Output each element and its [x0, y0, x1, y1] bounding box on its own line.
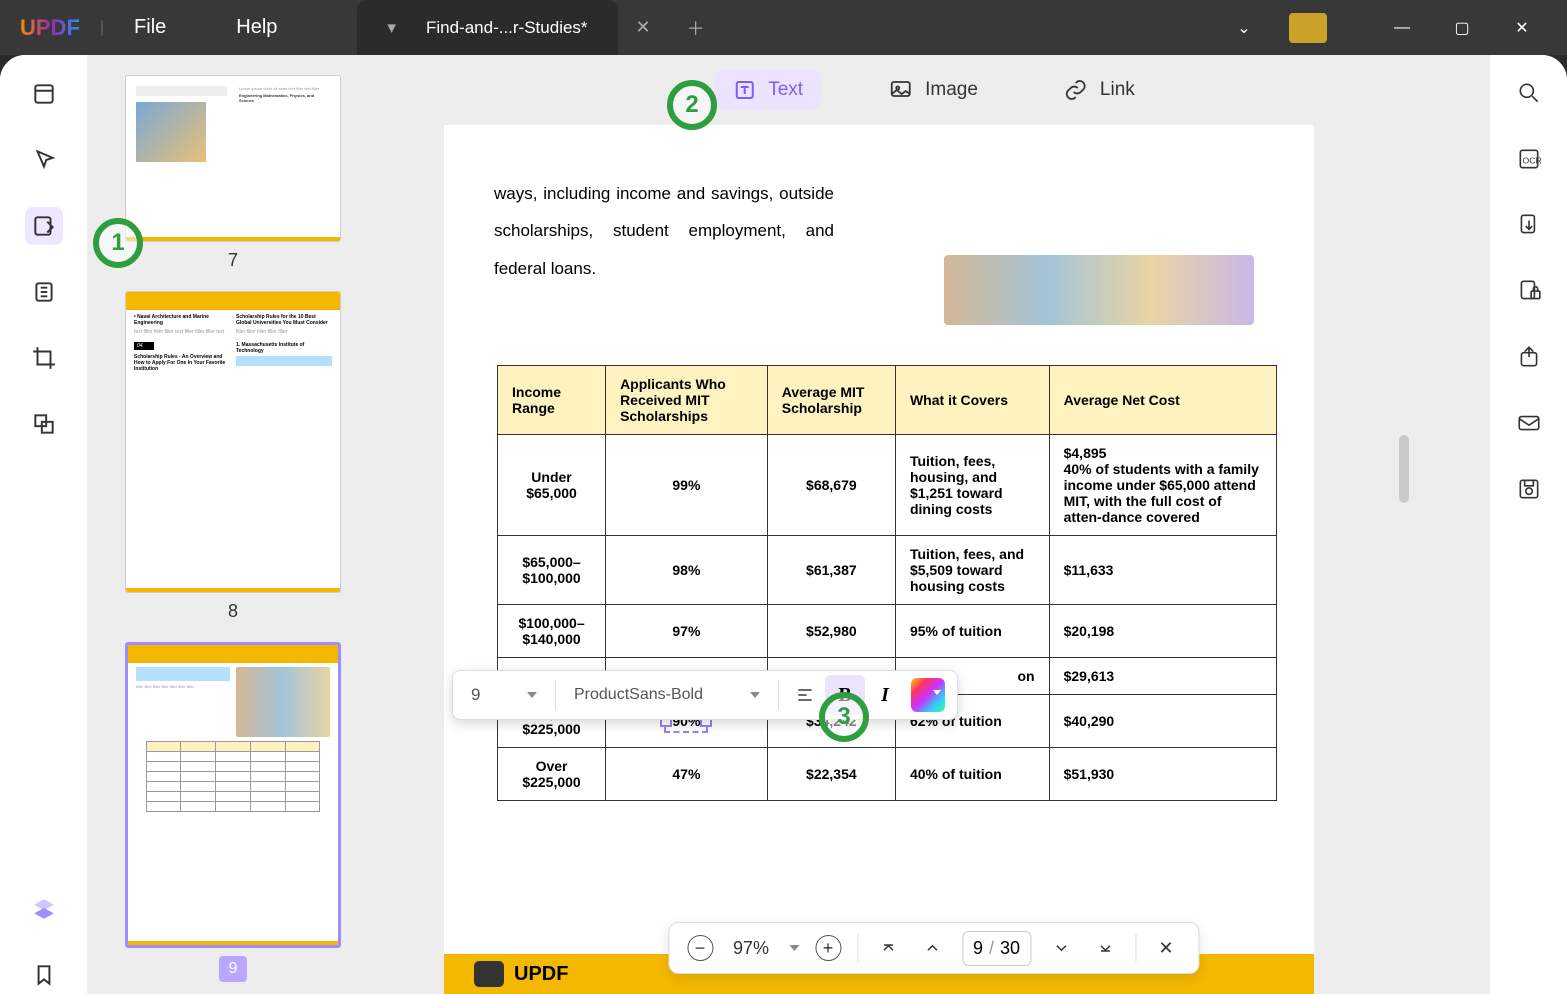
ocr-icon[interactable]: OCR	[1516, 146, 1542, 172]
email-icon[interactable]	[1516, 410, 1542, 436]
align-button[interactable]	[785, 675, 825, 715]
thumb-label: 8	[125, 601, 341, 622]
edit-icon[interactable]	[25, 207, 63, 245]
zoom-dropdown[interactable]	[789, 945, 799, 956]
layers-icon[interactable]	[25, 890, 63, 928]
zoom-in-button[interactable]: +	[815, 935, 841, 961]
menu-file[interactable]: File	[134, 16, 166, 39]
tool-image[interactable]: Image	[871, 70, 996, 110]
window-maximize[interactable]: ▢	[1447, 18, 1477, 38]
table-row: Under $65,00099%$68,679Tuition, fees, ho…	[498, 435, 1277, 536]
zoom-out-button[interactable]: −	[687, 935, 713, 961]
thumbnail-page-7[interactable]: Lorem ipsum dolor sit amet text filler t…	[125, 75, 341, 271]
menu-help[interactable]: Help	[236, 16, 277, 39]
edit-toolbar: Text Image Link	[714, 65, 1153, 115]
first-page-button[interactable]	[874, 934, 902, 962]
window-minimize[interactable]: ―	[1387, 19, 1417, 37]
scrollbar[interactable]	[1399, 435, 1409, 503]
main-canvas: Text Image Link ways, including income a…	[378, 55, 1489, 994]
comment-icon[interactable]	[25, 141, 63, 179]
thumbnail-page-9[interactable]: filler filler filler filler filler fille…	[125, 642, 341, 982]
convert-icon[interactable]	[1516, 212, 1542, 238]
table-row: $65,000–$100,00098%$61,387Tuition, fees,…	[498, 536, 1277, 605]
account-badge[interactable]	[1289, 13, 1327, 43]
chevron-down-icon	[527, 692, 537, 703]
right-rail: OCR	[1489, 55, 1567, 994]
document-tab[interactable]: ▾ Find-and-...r-Studies*	[357, 0, 617, 55]
svg-text:OCR: OCR	[1522, 155, 1541, 165]
window-close[interactable]: ✕	[1507, 18, 1537, 38]
font-size-select[interactable]: 9	[459, 685, 549, 705]
app-logo: UPDF	[20, 15, 80, 41]
table-row: Over $225,00047%$22,35440% of tuition$51…	[498, 748, 1277, 801]
prev-page-button[interactable]	[918, 934, 946, 962]
page-number-input[interactable]: 9 / 30	[962, 931, 1031, 966]
document-paragraph: ways, including income and savings, outs…	[444, 175, 884, 287]
scholarship-table: Income Range Applicants Who Received MIT…	[497, 365, 1277, 801]
divider: |	[100, 19, 104, 37]
close-bar-button[interactable]: ✕	[1152, 934, 1180, 962]
next-page-button[interactable]	[1047, 934, 1075, 962]
bottom-page-bar: − 97% + 9 / 30 ✕	[668, 922, 1199, 974]
tools-icon[interactable]	[25, 405, 63, 443]
protect-icon[interactable]	[1516, 278, 1542, 304]
italic-button[interactable]: I	[865, 675, 905, 715]
tab-chevron[interactable]: ▾	[387, 18, 396, 38]
last-page-button[interactable]	[1091, 934, 1119, 962]
left-rail	[0, 55, 88, 994]
collapse-chevron[interactable]: ⌄	[1229, 18, 1259, 38]
table-row: $100,000–$140,00097%$52,98095% of tuitio…	[498, 605, 1277, 658]
window-controls: ⌄ ― ▢ ✕	[1229, 13, 1567, 43]
thumbnail-page-8[interactable]: • Naval Architecture and Marine Engineer…	[125, 291, 341, 622]
tab-add-button[interactable]: ＋	[687, 15, 705, 41]
bold-button[interactable]: B	[825, 675, 865, 715]
font-family-select[interactable]: ProductSans-Bold	[562, 686, 772, 704]
tool-link[interactable]: Link	[1046, 70, 1153, 110]
crop-icon[interactable]	[25, 339, 63, 377]
share-icon[interactable]	[1516, 344, 1542, 370]
document-image	[944, 255, 1254, 325]
zoom-value: 97%	[729, 938, 773, 959]
thumb-label: 9	[219, 956, 247, 982]
tab-title: Find-and-...r-Studies*	[426, 18, 588, 38]
search-icon[interactable]	[1516, 80, 1542, 106]
reader-icon[interactable]	[25, 75, 63, 113]
page-view[interactable]: ways, including income and savings, outs…	[444, 125, 1314, 994]
tab-close-button[interactable]: ✕	[636, 17, 651, 38]
tool-text[interactable]: Text	[714, 70, 821, 110]
font-toolbar: 9 ProductSans-Bold B I	[452, 670, 958, 720]
organize-icon[interactable]	[25, 273, 63, 311]
save-icon[interactable]	[1516, 476, 1542, 502]
titlebar: UPDF | File Help ▾ Find-and-...r-Studies…	[0, 0, 1567, 55]
thumbnails-panel[interactable]: Lorem ipsum dolor sit amet text filler t…	[88, 55, 378, 994]
bookmark-icon[interactable]	[25, 956, 63, 994]
thumb-label: 7	[125, 250, 341, 271]
chevron-down-icon	[750, 692, 760, 703]
color-picker[interactable]	[911, 678, 945, 712]
